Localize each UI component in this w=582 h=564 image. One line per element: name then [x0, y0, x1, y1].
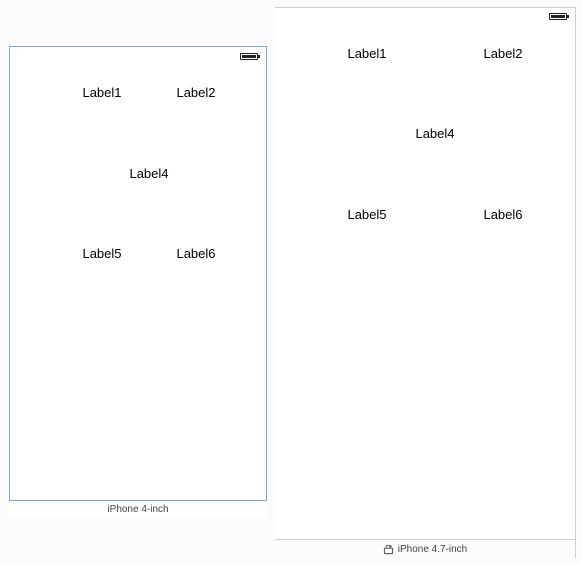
device-caption-label: iPhone 4.7-inch [397, 543, 468, 555]
battery-icon [240, 53, 260, 60]
label-6[interactable]: Label6 [483, 207, 522, 222]
device-caption[interactable]: iPhone 4-inch [9, 500, 267, 517]
device-frame-4-inch[interactable]: Label1 Label2 Label4 Label5 Label6 iPhon… [9, 46, 267, 517]
label-2[interactable]: Label2 [483, 46, 522, 61]
device-frame-4-7-inch[interactable]: Label1 Label2 Label4 Label5 Label6 iPhon… [275, 7, 576, 558]
device-caption-label: iPhone 4-inch [107, 503, 169, 515]
device-caption[interactable]: iPhone 4.7-inch [275, 539, 575, 558]
label-5[interactable]: Label5 [82, 246, 121, 261]
rotate-icon[interactable] [383, 544, 394, 555]
label-4[interactable]: Label4 [129, 166, 168, 181]
label-1[interactable]: Label1 [82, 85, 121, 100]
view-controller-screen[interactable]: Label1 Label2 Label4 Label5 Label6 [275, 8, 575, 540]
label-6[interactable]: Label6 [176, 246, 215, 261]
label-5[interactable]: Label5 [347, 207, 386, 222]
label-1[interactable]: Label1 [347, 46, 386, 61]
view-controller-screen[interactable]: Label1 Label2 Label4 Label5 Label6 [10, 47, 266, 500]
label-2[interactable]: Label2 [176, 85, 215, 100]
battery-icon [549, 13, 569, 20]
label-4[interactable]: Label4 [415, 126, 454, 141]
